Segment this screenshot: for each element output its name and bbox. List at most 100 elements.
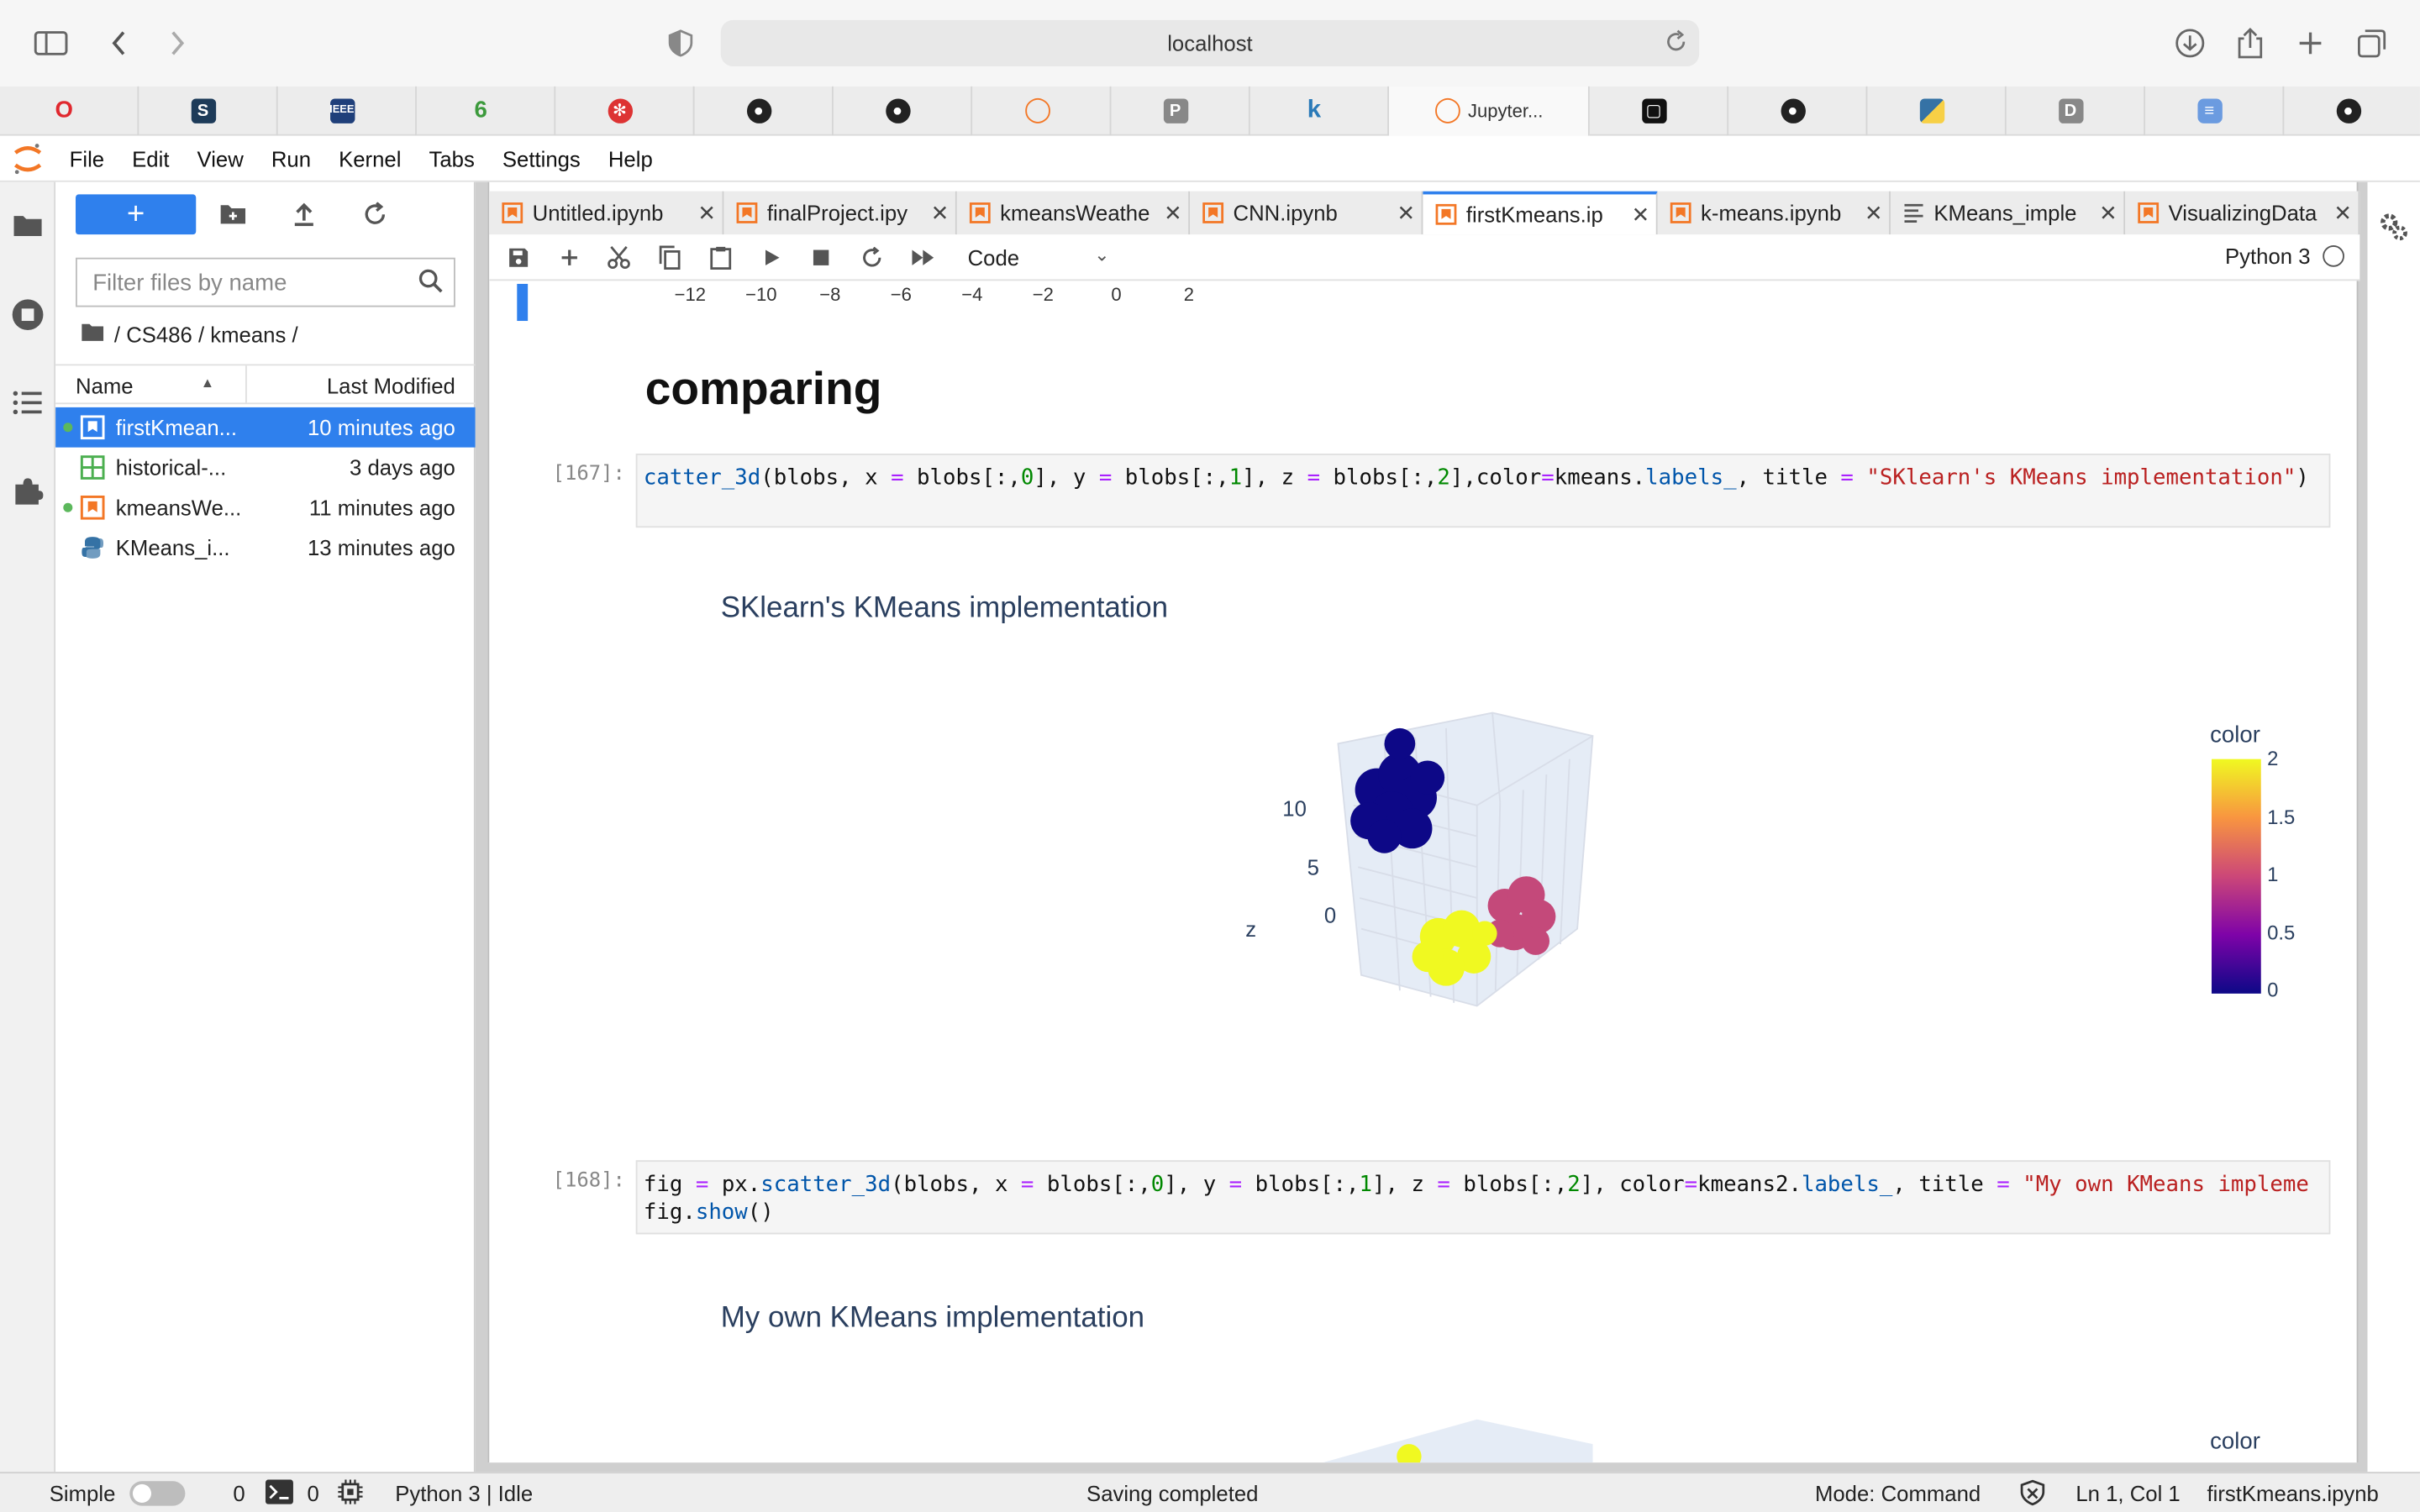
- tab-kmeans-weather[interactable]: kmeansWeathe ✕: [956, 191, 1191, 235]
- run-icon[interactable]: [758, 244, 786, 271]
- menu-view[interactable]: View: [183, 146, 257, 171]
- privacy-shield-icon[interactable]: [659, 22, 702, 65]
- tab-k-means[interactable]: k-means.ipynb ✕: [1657, 191, 1891, 235]
- paste-icon[interactable]: [707, 244, 734, 271]
- cut-icon[interactable]: [605, 244, 633, 271]
- cell-type-dropdown[interactable]: Code ⌄: [968, 242, 1110, 273]
- menu-edit[interactable]: Edit: [118, 146, 183, 171]
- pinned-tab[interactable]: k: [1250, 86, 1390, 136]
- pinned-tab[interactable]: ◯: [972, 86, 1112, 136]
- save-icon[interactable]: [505, 244, 533, 271]
- file-row[interactable]: firstKmean... 10 minutes ago: [55, 407, 476, 448]
- pinned-tab[interactable]: [1867, 86, 2007, 136]
- pinned-tab[interactable]: S: [139, 86, 278, 136]
- table-of-contents-icon[interactable]: [9, 384, 46, 421]
- menu-kernel[interactable]: Kernel: [325, 146, 415, 171]
- close-icon[interactable]: ✕: [924, 200, 955, 226]
- python-file-icon: [81, 535, 105, 559]
- property-inspector-gear-icon[interactable]: [2377, 210, 2411, 252]
- stop-icon[interactable]: [808, 244, 835, 271]
- copy-icon[interactable]: [656, 244, 684, 271]
- filter-files-input[interactable]: Filter files by name: [75, 257, 455, 307]
- z-tick-label: 0: [1323, 902, 1337, 927]
- back-icon[interactable]: [97, 22, 140, 65]
- kernel-status[interactable]: Python 3 | Idle: [395, 1481, 533, 1505]
- tab-final-project[interactable]: finalProject.ipy ✕: [723, 191, 957, 235]
- new-folder-icon[interactable]: [216, 197, 250, 231]
- tab-cnn[interactable]: CNN.ipynb ✕: [1190, 191, 1423, 235]
- close-icon[interactable]: ✕: [692, 200, 723, 226]
- colorbar-tick: 1: [2267, 862, 2279, 886]
- running-kernels-icon[interactable]: [9, 297, 46, 333]
- pinned-tab[interactable]: ≡: [2145, 86, 2285, 136]
- pinned-tab[interactable]: ●: [1728, 86, 1868, 136]
- breadcrumb-path[interactable]: / CS486 / kmeans /: [114, 323, 298, 347]
- new-launcher-button[interactable]: +: [75, 194, 197, 235]
- cursor-position[interactable]: Ln 1, Col 1: [2075, 1481, 2180, 1505]
- restart-icon[interactable]: [858, 244, 886, 271]
- trusted-shield-icon[interactable]: [2020, 1479, 2045, 1510]
- tab-untitled[interactable]: Untitled.ipynb ✕: [489, 191, 724, 235]
- close-icon[interactable]: ✕: [1158, 200, 1189, 226]
- new-tab-icon[interactable]: [2289, 22, 2332, 65]
- pinned-tab[interactable]: ●: [695, 86, 834, 136]
- tab-overview-icon[interactable]: [2350, 22, 2393, 65]
- folder-icon[interactable]: [9, 207, 46, 244]
- download-icon[interactable]: [2169, 22, 2212, 65]
- forward-icon[interactable]: [156, 22, 199, 65]
- file-row[interactable]: historical-... 3 days ago: [55, 448, 476, 488]
- extensions-puzzle-icon[interactable]: [9, 472, 46, 509]
- pinned-tab[interactable]: IEEE: [278, 86, 417, 136]
- sidebar-toggle-icon[interactable]: [29, 22, 72, 65]
- file-row[interactable]: kmeansWe... 11 minutes ago: [55, 487, 476, 528]
- close-icon[interactable]: ✕: [1858, 200, 1889, 226]
- menu-run[interactable]: Run: [257, 146, 324, 171]
- pinned-tab[interactable]: ●: [2284, 87, 2420, 136]
- menu-file[interactable]: File: [55, 146, 118, 171]
- file-row[interactable]: KMeans_i... 13 minutes ago: [55, 528, 476, 568]
- menu-help[interactable]: Help: [594, 146, 666, 171]
- pinned-tab[interactable]: D: [2007, 86, 2146, 136]
- tab-first-kmeans[interactable]: firstKmeans.ip ✕: [1423, 191, 1658, 235]
- terminals-count[interactable]: 0: [233, 1481, 245, 1505]
- fast-forward-icon[interactable]: [909, 244, 937, 271]
- code-cell-editor[interactable]: fig = px.scatter_3d(blobs, x = blobs[:,0…: [635, 1160, 2331, 1235]
- simple-mode-toggle[interactable]: [129, 1481, 186, 1506]
- editor-mode[interactable]: Mode: Command: [1815, 1481, 1981, 1505]
- column-last-modified[interactable]: Last Modified: [327, 373, 455, 397]
- address-bar[interactable]: localhost: [720, 19, 1700, 66]
- simple-mode-label: Simple: [49, 1481, 116, 1506]
- axis-tick-label: 2: [1183, 283, 1195, 306]
- pinned-tab[interactable]: O: [0, 86, 139, 136]
- pinned-tab[interactable]: ✻: [555, 86, 695, 136]
- pinned-tab[interactable]: P: [1111, 86, 1250, 136]
- close-icon[interactable]: ✕: [1391, 200, 1422, 226]
- pinned-tab[interactable]: 6: [417, 86, 556, 136]
- browser-tab-jupyter[interactable]: ◯ Jupyter...: [1389, 86, 1590, 136]
- tab-visualizing-data[interactable]: VisualizingData ✕: [2125, 191, 2360, 235]
- colorbar-tick: 2: [2267, 746, 2279, 770]
- upload-icon[interactable]: [287, 197, 321, 231]
- scatter-3d-plot-2[interactable]: [1292, 1416, 1600, 1463]
- pinned-tab[interactable]: ●: [834, 86, 973, 136]
- browser-tab-label: Jupyter...: [1467, 100, 1544, 123]
- reload-icon[interactable]: [1665, 29, 1687, 59]
- scatter-3d-plot[interactable]: [1230, 682, 1632, 1053]
- file-name: kmeansWe...: [115, 495, 242, 520]
- kernel-indicator[interactable]: Python 3: [2225, 244, 2344, 269]
- pinned-tab[interactable]: ▢: [1590, 86, 1729, 136]
- close-icon[interactable]: ✕: [2328, 200, 2359, 226]
- notebook-content[interactable]: −12 −10 −8 −6 −4 −2 0 2 comparing [167]:…: [489, 281, 2360, 1463]
- menu-settings[interactable]: Settings: [488, 146, 594, 171]
- share-icon[interactable]: [2228, 22, 2271, 65]
- folder-icon[interactable]: [81, 323, 105, 347]
- close-icon[interactable]: ✕: [1625, 202, 1656, 228]
- tab-kmeans-implementation[interactable]: KMeans_imple ✕: [1890, 191, 2126, 235]
- kernels-count[interactable]: 0: [308, 1481, 319, 1505]
- close-icon[interactable]: ✕: [2093, 200, 2124, 226]
- column-name[interactable]: Name: [76, 373, 134, 397]
- refresh-icon[interactable]: [358, 197, 392, 231]
- menu-tabs[interactable]: Tabs: [415, 146, 488, 171]
- code-cell-editor[interactable]: catter_3d(blobs, x = blobs[:,0], y = blo…: [635, 453, 2331, 528]
- insert-cell-icon[interactable]: [555, 244, 583, 271]
